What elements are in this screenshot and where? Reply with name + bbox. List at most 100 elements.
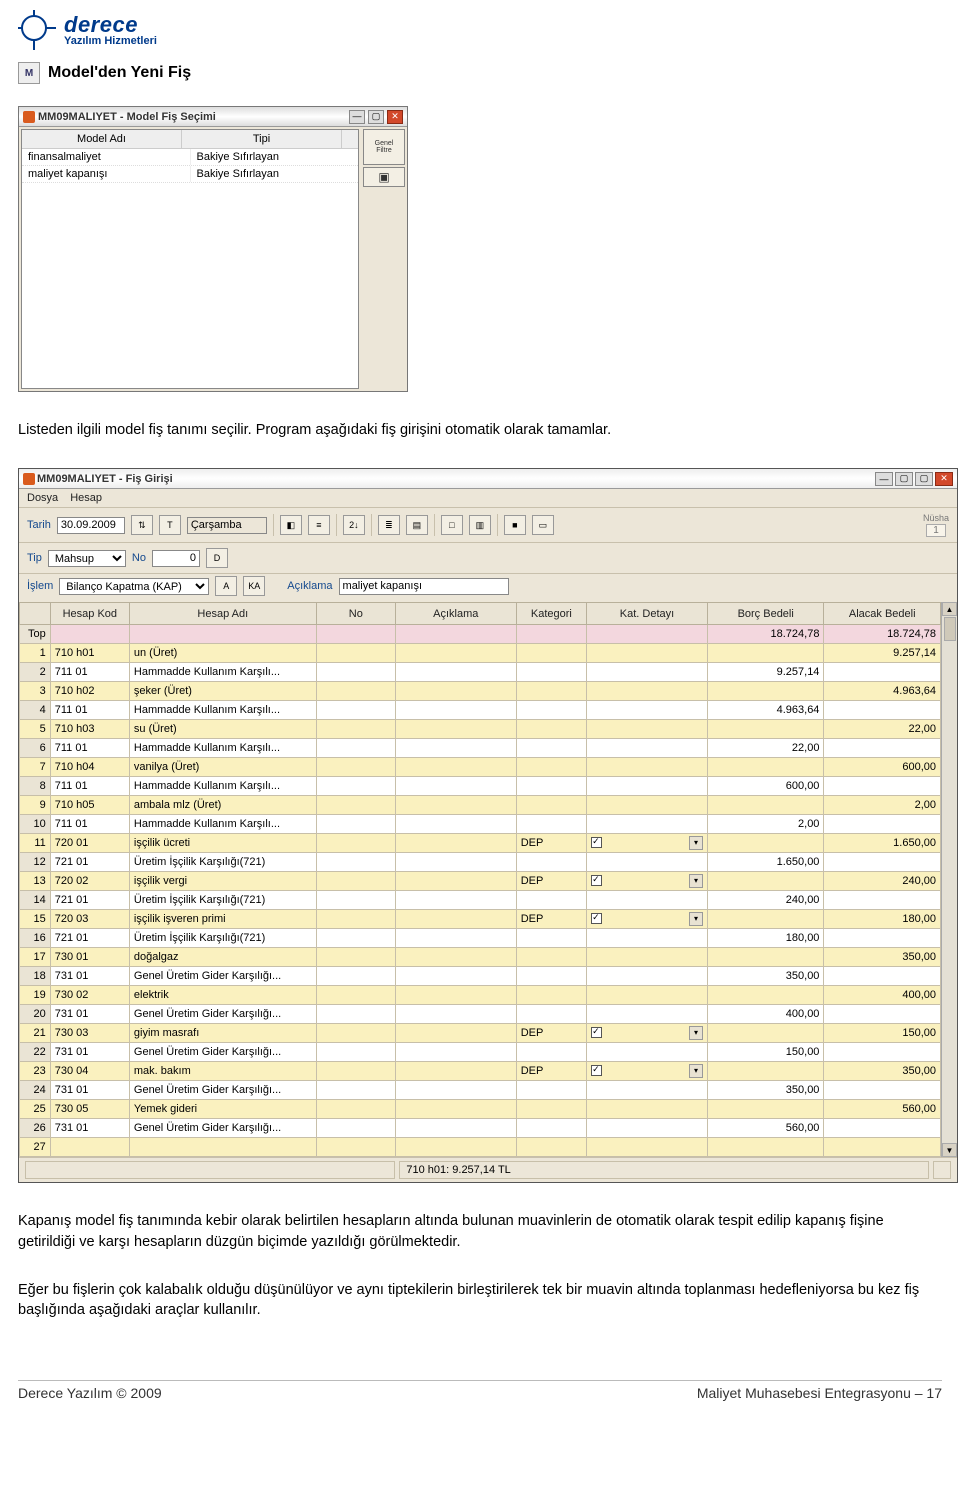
tool-btn-4[interactable]: ▤	[406, 515, 428, 535]
table-row[interactable]: 26731 01Genel Üretim Gider Karşılığı...5…	[20, 1119, 941, 1138]
minimize-button[interactable]: —	[349, 110, 365, 124]
window-title: MM09MALIYET - Model Fiş Seçimi	[38, 111, 346, 123]
genel-filtre-button[interactable]: GenelFiltre	[363, 129, 405, 165]
table-row[interactable]: 20731 01Genel Üretim Gider Karşılığı...4…	[20, 1005, 941, 1024]
table-row[interactable]: 7710 h04vanilya (Üret)600,00	[20, 758, 941, 777]
tool-btn-1[interactable]: ◧	[280, 515, 302, 535]
col-hesap-kod[interactable]: Hesap Kod	[50, 603, 129, 625]
tool-btn-7[interactable]: ■	[504, 515, 526, 535]
col-borc[interactable]: Borç Bedeli	[707, 603, 823, 625]
col-kat-detayi[interactable]: Kat. Detayı	[587, 603, 708, 625]
status-cell-main: 710 h01: 9.257,14 TL	[399, 1161, 929, 1179]
col-hesap-adi[interactable]: Hesap Adı	[129, 603, 316, 625]
tool-btn-5[interactable]: □	[441, 515, 463, 535]
islem-select[interactable]: Bilanço Kapatma (KAP)	[59, 578, 209, 595]
footer-left: Derece Yazılım © 2009	[18, 1385, 162, 1401]
table-row[interactable]: 14721 01Üretim İşçilik Karşılığı(721)240…	[20, 891, 941, 910]
table-row[interactable]: 8711 01Hammadde Kullanım Karşılı...600,0…	[20, 777, 941, 796]
col-no[interactable]: No	[316, 603, 395, 625]
tool-btn-6[interactable]: ▥	[469, 515, 491, 535]
label-islem: İşlem	[27, 580, 53, 592]
fis-grid[interactable]: Hesap Kod Hesap Adı No Açıklama Kategori…	[19, 602, 941, 1157]
tool-btn-8[interactable]: ▭	[532, 515, 554, 535]
tarih-input[interactable]	[57, 517, 125, 534]
checkbox-icon[interactable]	[591, 837, 602, 848]
table-row[interactable]: 1710 h01un (Üret)9.257,14	[20, 644, 941, 663]
section-icon: M	[18, 62, 40, 84]
table-row[interactable]: 17730 01doğalgaz350,00	[20, 948, 941, 967]
fis-girisi-window: MM09MALIYET - Fiş Girişi — ▢ ▢ ✕ Dosya H…	[18, 468, 958, 1183]
dropdown-icon[interactable]: ▾	[689, 874, 703, 888]
table-row[interactable]: 25730 05Yemek gideri560,00	[20, 1100, 941, 1119]
checkbox-icon[interactable]	[591, 1065, 602, 1076]
maximize-button[interactable]: ▢	[915, 472, 933, 486]
islem-a-button[interactable]: A	[215, 576, 237, 596]
table-row[interactable]: 4711 01Hammadde Kullanım Karşılı...4.963…	[20, 701, 941, 720]
table-row[interactable]: 11720 01işçilik ücretiDEP▾1.650,00	[20, 834, 941, 853]
restore-button[interactable]: ▢	[895, 472, 913, 486]
app-icon	[23, 111, 35, 123]
table-row[interactable]: 2711 01Hammadde Kullanım Karşılı...9.257…	[20, 663, 941, 682]
table-row[interactable]: 13720 02işçilik vergiDEP▾240,00	[20, 872, 941, 891]
table-row[interactable]: 15720 03işçilik işveren primiDEP▾180,00	[20, 910, 941, 929]
table-row[interactable]: 24731 01Genel Üretim Gider Karşılığı...3…	[20, 1081, 941, 1100]
table-row[interactable]: 19730 02elektrik400,00	[20, 986, 941, 1005]
gun-display	[187, 517, 267, 534]
close-button[interactable]: ✕	[935, 472, 953, 486]
export-button[interactable]: ▣	[363, 167, 405, 187]
status-cell-1	[25, 1161, 395, 1179]
table-row[interactable]: 5710 h03su (Üret)22,00	[20, 720, 941, 739]
dropdown-icon[interactable]: ▾	[689, 912, 703, 926]
close-button[interactable]: ✕	[387, 110, 403, 124]
table-row[interactable]: 22731 01Genel Üretim Gider Karşılığı...1…	[20, 1043, 941, 1062]
sort-button[interactable]: 2↓	[343, 515, 365, 535]
col-alacak[interactable]: Alacak Bedeli	[824, 603, 941, 625]
col-rownum[interactable]	[20, 603, 51, 625]
tool-btn-2[interactable]: ≡	[308, 515, 330, 535]
table-row[interactable]: 27	[20, 1138, 941, 1157]
brand-logo: derece Yazılım Hizmetleri	[18, 10, 942, 50]
col-tipi[interactable]: Tipi	[182, 130, 342, 149]
dropdown-icon[interactable]: ▾	[689, 1026, 703, 1040]
table-row[interactable]: 18731 01Genel Üretim Gider Karşılığı...3…	[20, 967, 941, 986]
no-d-button[interactable]: D	[206, 548, 228, 568]
col-model-adi[interactable]: Model Adı	[22, 130, 182, 149]
model-list[interactable]: Model Adı Tipi finansalmaliyet Bakiye Sı…	[21, 129, 359, 389]
table-top-row: Top18.724,7818.724,78	[20, 625, 941, 644]
table-row[interactable]: 21730 03giyim masrafıDEP▾150,00	[20, 1024, 941, 1043]
aciklama-input[interactable]	[339, 578, 509, 595]
col-kategori[interactable]: Kategori	[516, 603, 586, 625]
dropdown-icon[interactable]: ▾	[689, 1064, 703, 1078]
islem-ka-button[interactable]: KA	[243, 576, 265, 596]
checkbox-icon[interactable]	[591, 1027, 602, 1038]
tip-select[interactable]: Mahsup	[48, 550, 126, 567]
menu-hesap[interactable]: Hesap	[70, 492, 102, 504]
scroll-up-icon[interactable]: ▲	[942, 602, 957, 616]
no-input[interactable]	[152, 550, 200, 567]
vertical-scrollbar[interactable]: ▲ ▼	[941, 602, 957, 1157]
list-item[interactable]: finansalmaliyet Bakiye Sıfırlayan	[22, 149, 358, 166]
label-aciklama: Açıklama	[287, 580, 332, 592]
dropdown-icon[interactable]: ▾	[689, 836, 703, 850]
checkbox-icon[interactable]	[591, 913, 602, 924]
table-row[interactable]: 23730 04mak. bakımDEP▾350,00	[20, 1062, 941, 1081]
table-row[interactable]: 9710 h05ambala mlz (Üret)2,00	[20, 796, 941, 815]
tool-btn-3[interactable]: ≣	[378, 515, 400, 535]
tarih-spin-icon[interactable]: ⇅	[131, 515, 153, 535]
table-row[interactable]: 16721 01Üretim İşçilik Karşılığı(721)180…	[20, 929, 941, 948]
maximize-button[interactable]: ▢	[368, 110, 384, 124]
table-row[interactable]: 3710 h02şeker (Üret)4.963,64	[20, 682, 941, 701]
minimize-button[interactable]: —	[875, 472, 893, 486]
menu-dosya[interactable]: Dosya	[27, 492, 58, 504]
list-item[interactable]: maliyet kapanışı Bakiye Sıfırlayan	[22, 166, 358, 183]
tarih-t-button[interactable]: T	[159, 515, 181, 535]
table-row[interactable]: 10711 01Hammadde Kullanım Karşılı...2,00	[20, 815, 941, 834]
scroll-down-icon[interactable]: ▼	[942, 1143, 957, 1157]
checkbox-icon[interactable]	[591, 875, 602, 886]
col-aciklama[interactable]: Açıklama	[395, 603, 516, 625]
table-row[interactable]: 12721 01Üretim İşçilik Karşılığı(721)1.6…	[20, 853, 941, 872]
scroll-thumb[interactable]	[944, 617, 956, 641]
label-tip: Tip	[27, 552, 42, 564]
paragraph-2: Kapanış model fiş tanımında kebir olarak…	[18, 1211, 942, 1252]
table-row[interactable]: 6711 01Hammadde Kullanım Karşılı...22,00	[20, 739, 941, 758]
